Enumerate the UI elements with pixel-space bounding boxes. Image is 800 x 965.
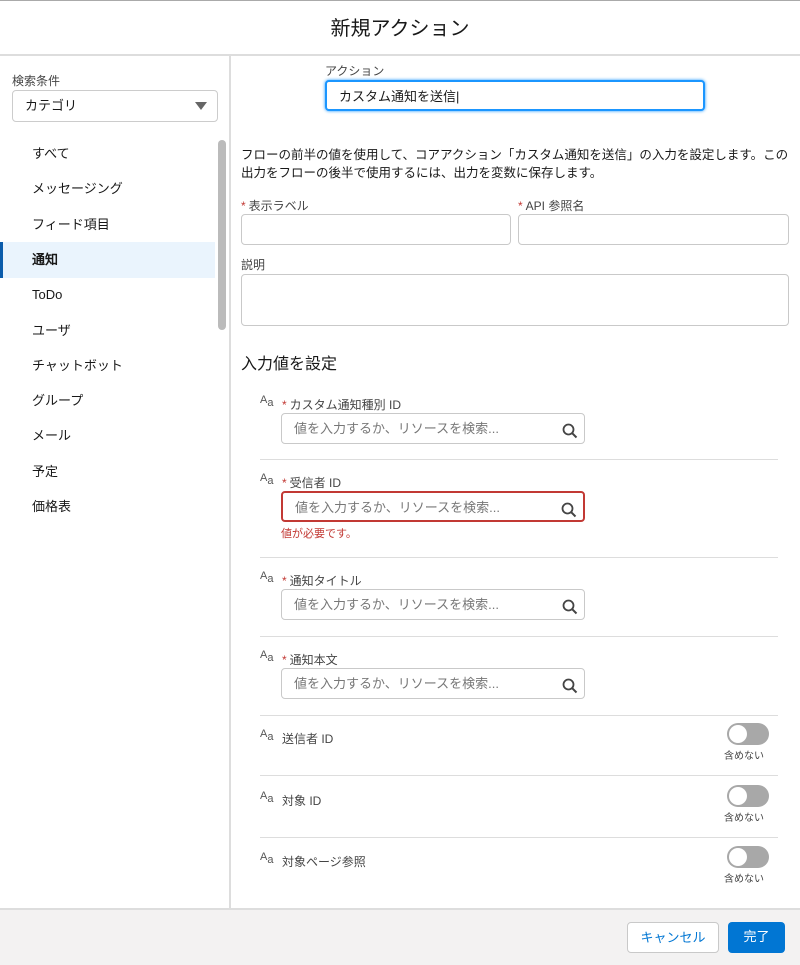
placeholder: 値を入力するか、リソースを検索... bbox=[294, 676, 499, 691]
text-type-icon: Aa bbox=[260, 570, 274, 585]
include-toggle[interactable] bbox=[727, 723, 769, 745]
action-label: アクション bbox=[325, 64, 385, 78]
divider bbox=[260, 459, 778, 460]
placeholder: 値を入力するか、リソースを検索... bbox=[294, 421, 499, 436]
input-label: 対象 ID bbox=[282, 794, 322, 808]
sidebar-item[interactable]: チャットボット bbox=[0, 348, 215, 384]
divider bbox=[260, 715, 778, 716]
placeholder: 値を入力するか、リソースを検索... bbox=[295, 500, 500, 515]
text-type-icon: Aa bbox=[260, 728, 274, 743]
toggle-label: 含めない bbox=[724, 813, 764, 824]
display-label-label: * 表示ラベル bbox=[241, 199, 309, 213]
sidebar-item[interactable]: メッセージング bbox=[0, 171, 215, 207]
divider bbox=[260, 636, 778, 637]
include-toggle[interactable] bbox=[727, 785, 769, 807]
cancel-button[interactable]: キャンセル bbox=[627, 922, 719, 953]
sidebar-scrollbar[interactable] bbox=[218, 140, 226, 330]
resource-input[interactable]: 値を入力するか、リソースを検索... bbox=[281, 589, 585, 620]
sidebar-item[interactable]: ToDo bbox=[0, 277, 215, 313]
placeholder: 値を入力するか、リソースを検索... bbox=[294, 597, 499, 612]
api-name-label: * API 参照名 bbox=[518, 199, 585, 213]
search-icon[interactable] bbox=[562, 675, 578, 704]
search-icon[interactable] bbox=[561, 499, 577, 528]
action-value: カスタム通知を送信 bbox=[339, 89, 457, 104]
toggle-label: 含めない bbox=[724, 874, 764, 885]
text-type-icon: Aa bbox=[260, 472, 274, 487]
search-icon[interactable] bbox=[562, 420, 578, 449]
include-toggle[interactable] bbox=[727, 846, 769, 868]
divider bbox=[260, 837, 778, 838]
toggle-label: 含めない bbox=[724, 751, 764, 762]
search-icon[interactable] bbox=[562, 596, 578, 625]
sidebar-item[interactable]: 通知 bbox=[0, 241, 215, 278]
sidebar-item[interactable]: 価格表 bbox=[0, 489, 215, 525]
sidebar-item[interactable]: 予定 bbox=[0, 454, 215, 490]
input-label: * 受信者 ID bbox=[282, 476, 342, 490]
text-type-icon: Aa bbox=[260, 790, 274, 805]
text-type-icon: Aa bbox=[260, 394, 274, 409]
action-input[interactable]: カスタム通知を送信| bbox=[325, 80, 705, 111]
filter-select[interactable]: カテゴリ bbox=[12, 90, 218, 122]
filter-value: カテゴリ bbox=[25, 98, 78, 113]
resource-input[interactable]: 値を入力するか、リソースを検索... bbox=[281, 491, 585, 522]
input-label: 送信者 ID bbox=[282, 732, 334, 746]
sidebar-item[interactable]: メール bbox=[0, 418, 215, 454]
resource-input[interactable]: 値を入力するか、リソースを検索... bbox=[281, 413, 585, 444]
sidebar-item[interactable]: フィード項目 bbox=[0, 207, 215, 243]
done-button[interactable]: 完了 bbox=[728, 922, 785, 953]
sidebar-item[interactable]: グループ bbox=[0, 383, 215, 419]
desc-label: 説明 bbox=[241, 258, 266, 272]
text-type-icon: Aa bbox=[260, 649, 274, 664]
chevron-down-icon bbox=[195, 102, 207, 110]
sidebar-item[interactable]: ユーザ bbox=[0, 313, 215, 349]
description-text: フローの前半の値を使用して、コアアクション「カスタム通知を送信」の入力を設定しま… bbox=[241, 148, 789, 180]
divider bbox=[260, 775, 778, 776]
input-label: * 通知本文 bbox=[282, 653, 338, 667]
input-label: * 通知タイトル bbox=[282, 574, 362, 588]
sidebar-item[interactable]: すべて bbox=[0, 136, 215, 172]
filter-label: 検索条件 bbox=[12, 74, 61, 88]
text-type-icon: Aa bbox=[260, 851, 274, 866]
api-name-input[interactable] bbox=[518, 214, 789, 245]
input-label: * カスタム通知種別 ID bbox=[282, 398, 402, 412]
modal-title: 新規アクション bbox=[0, 0, 800, 56]
display-label-input[interactable] bbox=[241, 214, 511, 245]
desc-textarea[interactable] bbox=[241, 274, 789, 326]
section-title: 入力値を設定 bbox=[241, 356, 338, 373]
divider bbox=[260, 557, 778, 558]
resource-input[interactable]: 値を入力するか、リソースを検索... bbox=[281, 668, 585, 699]
error-message: 値が必要です。 bbox=[281, 528, 357, 540]
input-label: 対象ページ参照 bbox=[282, 855, 366, 869]
